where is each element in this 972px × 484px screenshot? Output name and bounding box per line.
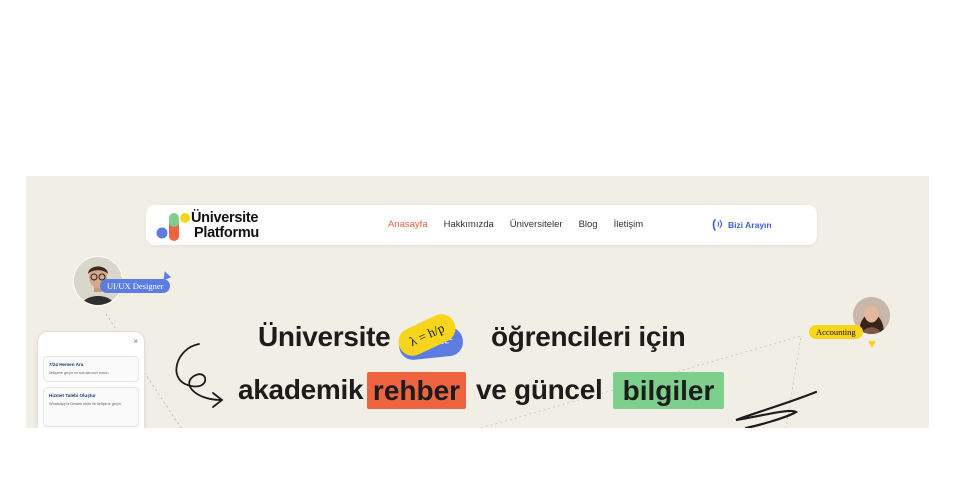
- contact-card[interactable]: 7/24 Hemen Ara İletişime geçin ve sorula…: [43, 356, 139, 382]
- logo-line-2: Platformu: [194, 225, 259, 241]
- card-title: Hizmet Talebi Oluştur: [49, 393, 96, 398]
- card-title: 7/24 Hemen Ara: [49, 362, 84, 367]
- contact-card[interactable]: Hizmet Talebi Oluştur WhatsApp'a Destek …: [43, 387, 139, 427]
- logo-text: Üniversite Platformu: [191, 211, 259, 241]
- call-us-button[interactable]: Bizi Arayın: [712, 219, 772, 231]
- highlight-rehber: rehber: [367, 372, 466, 409]
- nav-item-blog[interactable]: Blog: [579, 219, 598, 230]
- curly-arrow-icon: [175, 343, 222, 401]
- call-label: Bizi Arayın: [728, 220, 772, 230]
- highlight-text: bilgiler: [622, 375, 715, 406]
- highlight-text: rehber: [372, 375, 461, 406]
- pointer-icon: [868, 341, 876, 348]
- nav-item-anasayfa[interactable]: Anasayfa: [388, 219, 428, 230]
- headline-part-4: ve güncel: [476, 374, 603, 405]
- card-text: WhatsApp'a Destek ekibi ile iletişime ge…: [49, 402, 122, 406]
- phone-mockup: × 7/24 Hemen Ara İletişime geçin ve soru…: [37, 331, 145, 428]
- card-text: İletişime geçin ve sorularınızı sorun.: [49, 371, 110, 375]
- hero-section: Üniversite Platformu Anasayfa Hakkımızda…: [26, 176, 929, 428]
- highlight-bilgiler: bilgiler: [613, 372, 724, 409]
- navbar: Üniversite Platformu Anasayfa Hakkımızda…: [146, 205, 817, 245]
- arrowhead-icon: [212, 392, 224, 408]
- designer-tag: UI/UX Designer: [100, 279, 171, 293]
- headline-part-1: Üniversite: [258, 321, 391, 352]
- scribble-icon: [735, 390, 818, 428]
- phone-ringing-icon: [712, 219, 723, 231]
- accounting-tag: Accounting: [809, 325, 863, 339]
- nav-links: Anasayfa Hakkımızda Üniversiteler Blog İ…: [388, 219, 643, 230]
- logo-line-1: Üniversite: [191, 210, 259, 226]
- logo-icon: [156, 213, 190, 241]
- close-icon[interactable]: ×: [133, 337, 138, 346]
- nav-item-universiteler[interactable]: Üniversiteler: [510, 219, 563, 230]
- headline-part-2: öğrencileri için: [491, 321, 686, 352]
- headline-part-3: akademik: [238, 374, 364, 405]
- nav-item-iletisim[interactable]: İletişim: [614, 219, 644, 230]
- nav-item-hakkimizda[interactable]: Hakkımızda: [444, 219, 494, 230]
- logo[interactable]: Üniversite Platformu: [155, 211, 285, 241]
